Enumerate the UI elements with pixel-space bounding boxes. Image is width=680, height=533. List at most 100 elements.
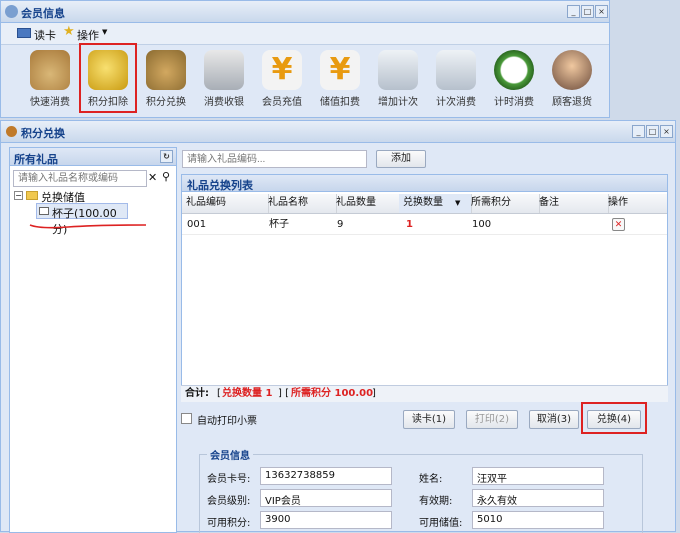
- sort-desc-icon: ▼: [455, 199, 461, 207]
- yen-plus-icon: ¥: [262, 50, 302, 90]
- tool-label: 快速消费: [30, 97, 70, 108]
- gift-list-header: 礼品兑换列表: [182, 175, 667, 192]
- folder-icon: [26, 191, 38, 200]
- search-icon[interactable]: ⚲: [162, 170, 170, 183]
- tool-recharge[interactable]: ¥ 会员充值: [255, 48, 309, 108]
- gift-search-input[interactable]: [13, 170, 147, 187]
- menu-read-card[interactable]: 读卡: [34, 27, 56, 43]
- summary-bracket-open: [: [217, 388, 221, 399]
- cancel-button[interactable]: 取消(3): [529, 410, 579, 429]
- tool-balance-deduct[interactable]: ¥ 储值扣费: [313, 48, 367, 108]
- annotation-underline: [29, 224, 147, 229]
- name-label: 姓名:: [419, 474, 443, 485]
- delete-icon[interactable]: ✕: [612, 218, 625, 231]
- tool-points-exchange[interactable]: 积分兑换: [139, 48, 193, 108]
- print-button[interactable]: 打印(2): [466, 410, 518, 429]
- minimize-icon[interactable]: _: [632, 125, 645, 138]
- balance-field[interactable]: 5010: [472, 511, 604, 529]
- member-window-icon: [5, 5, 18, 18]
- col-points[interactable]: 所需积分: [467, 194, 540, 213]
- person-icon: [6, 126, 17, 137]
- auto-print-checkbox[interactable]: [181, 413, 192, 424]
- points-label: 可用积分:: [207, 518, 251, 529]
- tree-collapse-icon[interactable]: −: [14, 191, 23, 200]
- validity-label: 有效期:: [419, 496, 453, 507]
- gift-icon: [39, 207, 49, 215]
- member-window: 会员信息 _ □ × 读卡 ★ 操作 ▼ 快速消费 积分扣除 积分兑换 消费收银…: [0, 0, 610, 118]
- gift-list-panel: 礼品兑换列表 礼品编码 礼品名称 礼品数量 兑换数量 ▼ 所需积分 备注 操作 …: [181, 174, 668, 402]
- gift-code-input[interactable]: [182, 150, 367, 168]
- money-bag-icon: [30, 50, 70, 90]
- member-info-legend: 会员信息: [207, 447, 253, 462]
- summary-bar: 合计: [ 兑换数量 1 ] [ 所需积分 100.00 ]: [181, 385, 668, 402]
- table-row[interactable]: 001 杯子 9 1 100 ✕: [182, 215, 667, 235]
- maximize-icon[interactable]: □: [646, 125, 659, 138]
- tool-cashier[interactable]: 消费收银: [197, 48, 251, 108]
- star-icon[interactable]: ★: [63, 24, 75, 39]
- calculator-icon: [436, 50, 476, 90]
- col-gift-code[interactable]: 礼品编码: [182, 194, 269, 213]
- cash-register-icon: [204, 50, 244, 90]
- gift-list-title: 礼品兑换列表: [187, 179, 253, 192]
- col-exchange-qty-label: 兑换数量: [403, 197, 443, 208]
- money-exchange-icon: [146, 50, 186, 90]
- tool-label: 积分兑换: [146, 97, 186, 108]
- clear-icon[interactable]: ✕: [148, 171, 157, 184]
- tool-label: 顾客退货: [552, 97, 592, 108]
- menu-operation[interactable]: 操作: [77, 27, 99, 43]
- summary-bracket-mid: ] [: [278, 388, 289, 399]
- tool-label: 计时消费: [494, 97, 534, 108]
- level-field[interactable]: VIP会员: [260, 489, 392, 507]
- summary-bracket-close: ]: [372, 388, 376, 399]
- exchange-window-titlebar[interactable]: 积分兑换 _ □ ×: [1, 121, 675, 143]
- tool-customer-return[interactable]: 顾客退货: [545, 48, 599, 108]
- validity-field[interactable]: 永久有效: [472, 489, 604, 507]
- calculator-plus-icon: [378, 50, 418, 90]
- tool-count-consume[interactable]: 计次消费: [429, 48, 483, 108]
- chevron-down-icon[interactable]: ▼: [102, 28, 107, 36]
- tool-label: 会员充值: [262, 97, 302, 108]
- card-no-field[interactable]: 13632738859: [260, 467, 392, 485]
- cell-qty: 9: [337, 219, 344, 230]
- summary-qty: 兑换数量 1: [222, 388, 273, 399]
- tool-label: 消费收银: [204, 97, 244, 108]
- col-action[interactable]: 操作: [604, 194, 671, 213]
- cell-code: 001: [187, 219, 207, 230]
- tool-timed-consume[interactable]: 计时消费: [487, 48, 541, 108]
- close-icon[interactable]: ×: [595, 5, 608, 18]
- tool-label: 储值扣费: [320, 97, 360, 108]
- tool-label: 计次消费: [436, 97, 476, 108]
- points-field[interactable]: 3900: [260, 511, 392, 529]
- tree-child-item[interactable]: 杯子(100.00分): [36, 203, 128, 236]
- member-menubar: 读卡 ★ 操作 ▼: [1, 23, 609, 45]
- return-arrow-icon: [552, 50, 592, 90]
- grid-header: 礼品编码 礼品名称 礼品数量 兑换数量 ▼ 所需积分 备注 操作: [182, 194, 667, 214]
- highlight-box-deduct: [79, 43, 137, 113]
- col-gift-qty[interactable]: 礼品数量: [332, 194, 404, 213]
- tool-label: 增加计次: [378, 97, 418, 108]
- balance-label: 可用储值:: [419, 518, 463, 529]
- col-note[interactable]: 备注: [535, 194, 609, 213]
- member-window-titlebar[interactable]: 会员信息 _ □ ×: [1, 1, 609, 23]
- exchange-window: 积分兑换 _ □ × 所有礼品 ↻ ✕ ⚲ − 兑换储值 杯子(100.00分)…: [0, 120, 676, 533]
- tool-quick-consume[interactable]: 快速消费: [23, 48, 77, 108]
- level-label: 会员级别:: [207, 496, 251, 507]
- cell-exchange-qty[interactable]: 1: [406, 215, 413, 235]
- auto-print-label[interactable]: 自动打印小票: [197, 412, 257, 427]
- name-field[interactable]: 汪双平: [472, 467, 604, 485]
- col-gift-name[interactable]: 礼品名称: [264, 194, 337, 213]
- refresh-icon[interactable]: ↻: [160, 150, 173, 163]
- maximize-icon[interactable]: □: [581, 5, 594, 18]
- tool-add-count[interactable]: 增加计次: [371, 48, 425, 108]
- close-icon[interactable]: ×: [660, 125, 673, 138]
- exchange-window-title: 积分兑换: [21, 127, 65, 140]
- summary-points: 所需积分 100.00: [291, 388, 374, 399]
- read-card-button[interactable]: 读卡(1): [403, 410, 455, 429]
- add-button[interactable]: 添加: [376, 150, 426, 168]
- yen-minus-icon: ¥: [320, 50, 360, 90]
- clock-icon: [494, 50, 534, 90]
- card-reader-icon[interactable]: [17, 28, 31, 38]
- minimize-icon[interactable]: _: [567, 5, 580, 18]
- card-no-label: 会员卡号:: [207, 474, 251, 485]
- col-exchange-qty[interactable]: 兑换数量 ▼: [399, 194, 472, 213]
